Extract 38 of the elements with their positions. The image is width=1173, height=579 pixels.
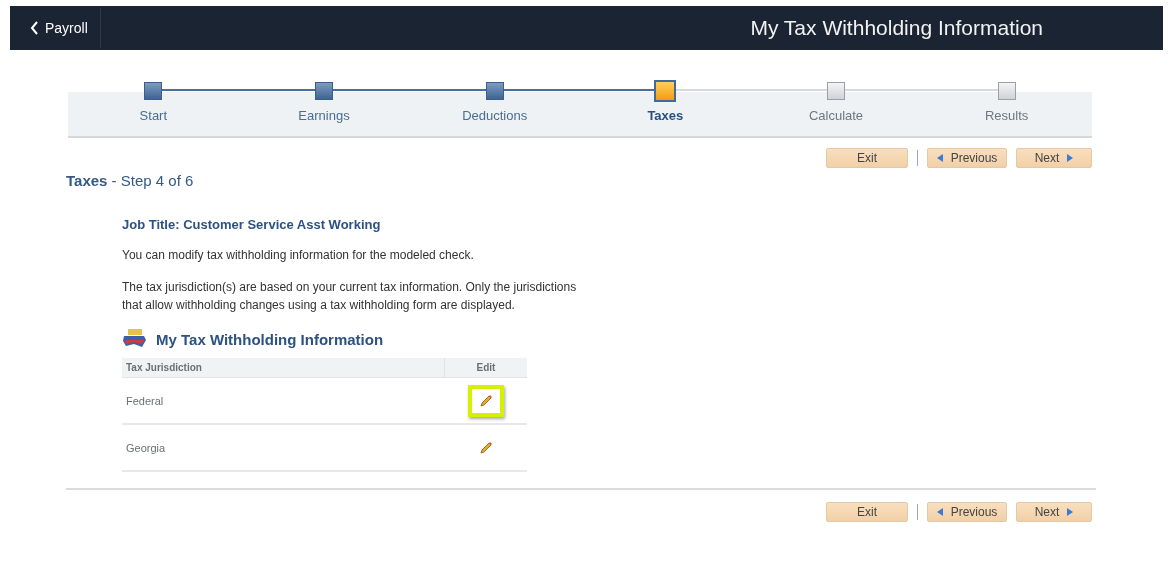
step-marker[interactable] <box>144 82 163 100</box>
left-triangle-icon <box>936 508 943 516</box>
step-marker[interactable] <box>654 80 677 102</box>
pencil-icon <box>477 392 494 409</box>
column-header: Edit <box>444 358 527 377</box>
back-button[interactable]: Payroll <box>12 8 101 48</box>
job-title: Job Title: Customer Service Asst Working <box>122 217 382 232</box>
edit-button[interactable] <box>467 384 504 417</box>
step-label[interactable]: Results <box>985 108 1029 123</box>
left-triangle-icon <box>936 154 943 162</box>
step-label[interactable]: Taxes <box>647 108 684 123</box>
step-marker[interactable] <box>485 82 504 100</box>
step-marker[interactable] <box>315 82 333 100</box>
instruction-text: The tax jurisdiction(s) are based on your current tax information. Only the jurisdictions that allow withholding changes using a tax withholding form are displayed. <box>122 279 578 314</box>
pencil-icon <box>477 439 494 456</box>
section-title: My Tax Withholding Information <box>156 330 384 348</box>
step-label[interactable]: Earnings <box>298 108 350 123</box>
right-triangle-icon <box>1067 154 1074 162</box>
table-cell-text: Federal <box>125 394 165 407</box>
previous-button[interactable]: Previous <box>927 148 1007 168</box>
step-label[interactable]: Calculate <box>808 108 864 123</box>
table-cell-text: Georgia <box>125 441 167 454</box>
exit-button[interactable]: Exit <box>826 502 908 522</box>
step-label[interactable]: Start <box>139 108 168 123</box>
column-header: Tax Jurisdiction <box>125 361 203 375</box>
right-triangle-icon <box>1067 508 1074 516</box>
next-button[interactable]: Next <box>1016 148 1092 168</box>
next-button[interactable]: Next <box>1016 502 1092 522</box>
step-heading: Taxes - Step 4 of 6 <box>66 172 195 189</box>
previous-button[interactable]: Previous <box>927 502 1007 522</box>
back-chevron-icon <box>30 21 39 35</box>
step-marker[interactable] <box>827 82 845 100</box>
step-label[interactable]: Deductions <box>462 108 528 123</box>
step-marker[interactable] <box>997 82 1016 100</box>
exit-button[interactable]: Exit <box>826 148 908 168</box>
page-title: My Tax Withholding Information <box>750 16 1043 40</box>
instruction-text: You can modify tax withholding information for the modeled check. <box>122 247 475 264</box>
map-icon <box>122 328 148 350</box>
